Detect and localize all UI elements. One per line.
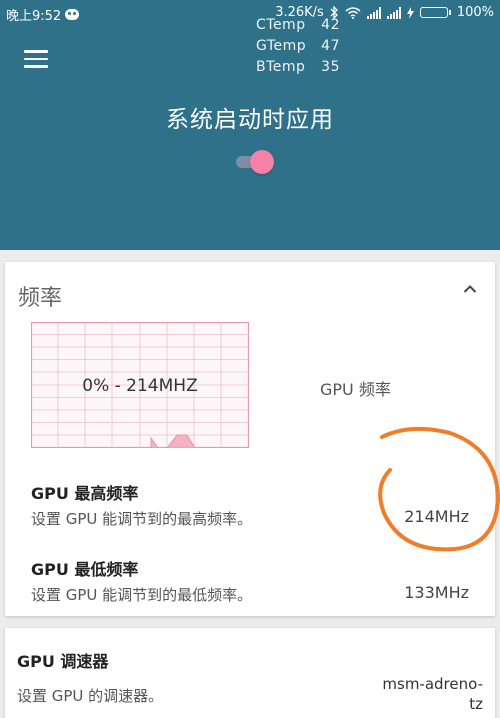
temp-label: CTemp xyxy=(256,17,306,33)
battery-icon xyxy=(419,7,451,18)
gpu-max-subtitle: 设置 GPU 能调节到的最高频率。 xyxy=(31,510,253,528)
temp-row: CTemp 42 xyxy=(256,15,340,36)
app-header: 晚上9:52 3.26K/s 100% CTemp 42 GTemp 47 BTem… xyxy=(0,0,500,250)
gpu-governor-card[interactable]: GPU 调速器 设置 GPU 的调速器。 msm-adreno-tz xyxy=(5,628,495,718)
menu-icon[interactable] xyxy=(24,50,48,70)
temp-value: 35 xyxy=(321,59,340,75)
gpu-min-value: 133MHz xyxy=(404,583,469,602)
temp-row: BTemp 35 xyxy=(256,57,340,78)
gpu-max-title: GPU 最高频率 xyxy=(31,484,139,503)
gpu-governor-title: GPU 调速器 xyxy=(17,652,109,671)
battery-percent: 100% xyxy=(456,5,494,20)
wechat-icon xyxy=(65,9,80,20)
signal-icon-2 xyxy=(386,6,401,19)
page-title: 系统启动时应用 xyxy=(166,107,334,133)
temp-value: 42 xyxy=(321,17,340,33)
temp-value: 47 xyxy=(321,38,340,54)
temp-label: GTemp xyxy=(256,38,307,54)
temp-row: GTemp 47 xyxy=(256,36,340,57)
gpu-frequency-label: GPU 频率 xyxy=(320,380,391,399)
hand-drawn-circle-annotation xyxy=(378,426,500,552)
status-time: 晚上9:52 xyxy=(6,9,62,24)
status-bar: 晚上9:52 3.26K/s 100% xyxy=(0,0,500,26)
card-title: 频率 xyxy=(18,286,63,311)
gpu-min-subtitle: 设置 GPU 能调节到的最低频率。 xyxy=(31,586,253,604)
gpu-governor-value: msm-adreno-tz xyxy=(382,675,483,713)
gpu-governor-subtitle: 设置 GPU 的调速器。 xyxy=(17,687,164,705)
toggle-thumb xyxy=(250,150,274,174)
signal-icon xyxy=(366,6,381,19)
temperature-overlay: CTemp 42 GTemp 47 BTemp 35 xyxy=(256,15,340,78)
wifi-icon xyxy=(345,6,361,19)
temp-label: BTemp xyxy=(256,59,306,75)
apply-on-boot-toggle[interactable] xyxy=(236,150,276,174)
chevron-up-icon[interactable] xyxy=(463,284,477,294)
charging-icon xyxy=(406,6,414,19)
gpu-frequency-graph: 0% - 214MHZ xyxy=(30,321,250,449)
gpu-min-title: GPU 最低频率 xyxy=(31,560,139,579)
graph-label: 0% - 214MHZ xyxy=(82,376,198,396)
